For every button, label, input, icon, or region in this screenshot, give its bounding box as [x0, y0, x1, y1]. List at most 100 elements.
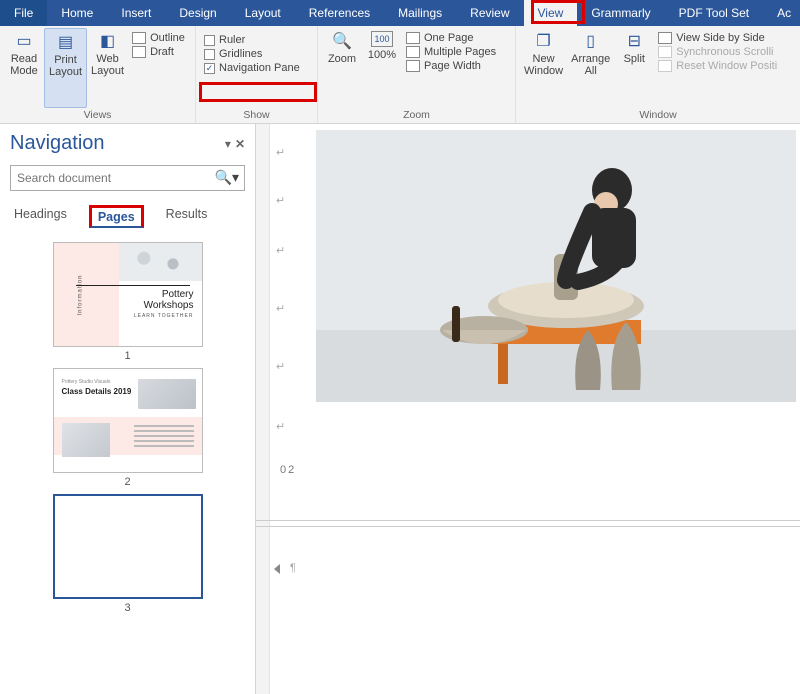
tab-mailings[interactable]: Mailings	[384, 0, 456, 26]
thumb2-title: Class Details 2019	[62, 387, 132, 396]
checkbox-icon	[204, 49, 215, 60]
tab-file[interactable]: File	[0, 0, 47, 26]
gridlines-checkbox[interactable]: Gridlines	[204, 48, 300, 60]
close-icon[interactable]: ✕	[235, 137, 245, 151]
view-side-by-side-button[interactable]: View Side by Side	[658, 32, 777, 44]
group-zoom: 🔍 Zoom 100 100% One Page Multiple Pages	[318, 26, 516, 123]
page-number: 02	[280, 464, 296, 476]
navigation-pane-checkbox[interactable]: ✓ Navigation Pane	[204, 62, 300, 74]
view-side-by-side-label: View Side by Side	[676, 32, 764, 44]
outline-button[interactable]: Outline	[132, 32, 185, 44]
outline-label: Outline	[150, 32, 185, 44]
ribbon-tabs: File Home Insert Design Layout Reference…	[0, 0, 800, 26]
zoom-icon: 🔍	[332, 31, 352, 51]
thumbnail-page-1[interactable]: Information Pottery Workshops LEARN TOGE…	[53, 242, 203, 362]
reset-window-icon	[658, 60, 672, 72]
nav-tab-headings[interactable]: Headings	[10, 205, 71, 228]
paragraph-mark-icon: ↵	[276, 194, 285, 207]
print-layout-icon: ▤	[56, 32, 76, 52]
arrange-all-label: Arrange All	[571, 53, 610, 77]
group-views-label: Views	[4, 108, 191, 123]
zoom-label: Zoom	[328, 53, 356, 65]
thumbnail-page-3[interactable]: 3	[53, 494, 203, 614]
draft-icon	[132, 46, 146, 58]
navigation-pane-label: Navigation Pane	[219, 62, 300, 74]
read-mode-button[interactable]: ▭ Read Mode	[4, 28, 44, 108]
tab-home[interactable]: Home	[47, 0, 107, 26]
thumb1-title-line1: Pottery	[162, 289, 194, 300]
one-page-label: One Page	[424, 32, 474, 44]
tab-layout[interactable]: Layout	[231, 0, 295, 26]
split-button[interactable]: ⊟ Split	[614, 28, 654, 108]
ribbon: ▭ Read Mode ▤ Print Layout ◧ Web Layout …	[0, 26, 800, 124]
zoom-button[interactable]: 🔍 Zoom	[322, 28, 362, 108]
ruler-label: Ruler	[219, 34, 245, 46]
hundred-label: 100%	[368, 49, 396, 61]
document-image-pottery	[316, 130, 796, 402]
hundred-percent-button[interactable]: 100 100%	[362, 28, 402, 108]
nav-tab-results[interactable]: Results	[162, 205, 212, 228]
one-page-button[interactable]: One Page	[406, 32, 496, 44]
tab-pdf-tool-set[interactable]: PDF Tool Set	[665, 0, 763, 26]
thumbnail-page-2[interactable]: Pottery Studio Visuals Class Details 201…	[53, 368, 203, 488]
synchronous-scrolling-label: Synchronous Scrolli	[676, 46, 773, 58]
reset-window-position-button[interactable]: Reset Window Positi	[658, 60, 777, 72]
new-window-button[interactable]: ❐ New Window	[520, 28, 567, 108]
read-mode-label: Read Mode	[10, 53, 38, 77]
read-mode-icon: ▭	[14, 31, 34, 51]
group-show-label: Show	[200, 108, 313, 123]
arrange-all-button[interactable]: ▯ Arrange All	[567, 28, 614, 108]
page-width-icon	[406, 60, 420, 72]
tab-references[interactable]: References	[295, 0, 384, 26]
group-views: ▭ Read Mode ▤ Print Layout ◧ Web Layout …	[0, 26, 196, 123]
thumb1-subtitle: LEARN TOGETHER	[134, 313, 194, 319]
group-zoom-label: Zoom	[322, 108, 511, 123]
collapse-triangle-icon[interactable]	[274, 564, 280, 574]
page-thumbnails: Information Pottery Workshops LEARN TOGE…	[10, 242, 245, 686]
draft-button[interactable]: Draft	[132, 46, 185, 58]
hundred-icon: 100	[371, 31, 393, 47]
web-layout-icon: ◧	[98, 31, 118, 51]
thumb1-title-line2: Workshops	[144, 300, 194, 311]
pane-options-dropdown-icon[interactable]: ▾	[225, 137, 231, 151]
print-layout-label: Print Layout	[49, 54, 82, 78]
tab-view[interactable]: View	[524, 0, 578, 26]
tab-grammarly[interactable]: Grammarly	[577, 0, 664, 26]
paragraph-mark-icon: ↵	[276, 360, 285, 373]
thumb1-sidelabel: Information	[77, 274, 83, 315]
group-window-label: Window	[520, 108, 796, 123]
nav-tab-pages[interactable]: Pages	[89, 205, 144, 228]
tab-review[interactable]: Review	[456, 0, 523, 26]
selection-gutter	[256, 124, 270, 694]
paragraph-mark-icon: ¶	[290, 562, 296, 574]
multiple-pages-label: Multiple Pages	[424, 46, 496, 58]
tab-insert[interactable]: Insert	[107, 0, 165, 26]
gridlines-label: Gridlines	[219, 48, 262, 60]
thumb1-number: 1	[124, 350, 130, 362]
reset-window-position-label: Reset Window Positi	[676, 60, 777, 72]
tab-design[interactable]: Design	[165, 0, 230, 26]
navigation-pane: Navigation ▾ ✕ 🔍▾ Headings Pages Results…	[0, 124, 256, 694]
new-window-icon: ❐	[534, 31, 554, 51]
web-layout-label: Web Layout	[91, 53, 124, 77]
paragraph-mark-icon: ↵	[276, 244, 285, 257]
print-layout-button[interactable]: ▤ Print Layout	[44, 28, 87, 108]
split-label: Split	[624, 53, 645, 65]
tab-acrobat[interactable]: Ac	[763, 0, 800, 26]
ruler-checkbox[interactable]: Ruler	[204, 34, 300, 46]
sync-scroll-icon	[658, 46, 672, 58]
web-layout-button[interactable]: ◧ Web Layout	[87, 28, 128, 108]
thumb3-number: 3	[124, 602, 130, 614]
page-width-label: Page Width	[424, 60, 481, 72]
multiple-pages-icon	[406, 46, 420, 58]
side-by-side-icon	[658, 32, 672, 44]
multiple-pages-button[interactable]: Multiple Pages	[406, 46, 496, 58]
page-width-button[interactable]: Page Width	[406, 60, 496, 72]
synchronous-scrolling-button[interactable]: Synchronous Scrolli	[658, 46, 777, 58]
arrange-all-icon: ▯	[581, 31, 601, 51]
group-show: Ruler Gridlines ✓ Navigation Pane Show	[196, 26, 318, 123]
checkbox-icon	[204, 35, 215, 46]
search-input[interactable]	[10, 165, 245, 191]
body-area: Navigation ▾ ✕ 🔍▾ Headings Pages Results…	[0, 124, 800, 694]
document-area[interactable]: ↵ ↵ ↵ ↵ ↵ ↵	[256, 124, 800, 694]
